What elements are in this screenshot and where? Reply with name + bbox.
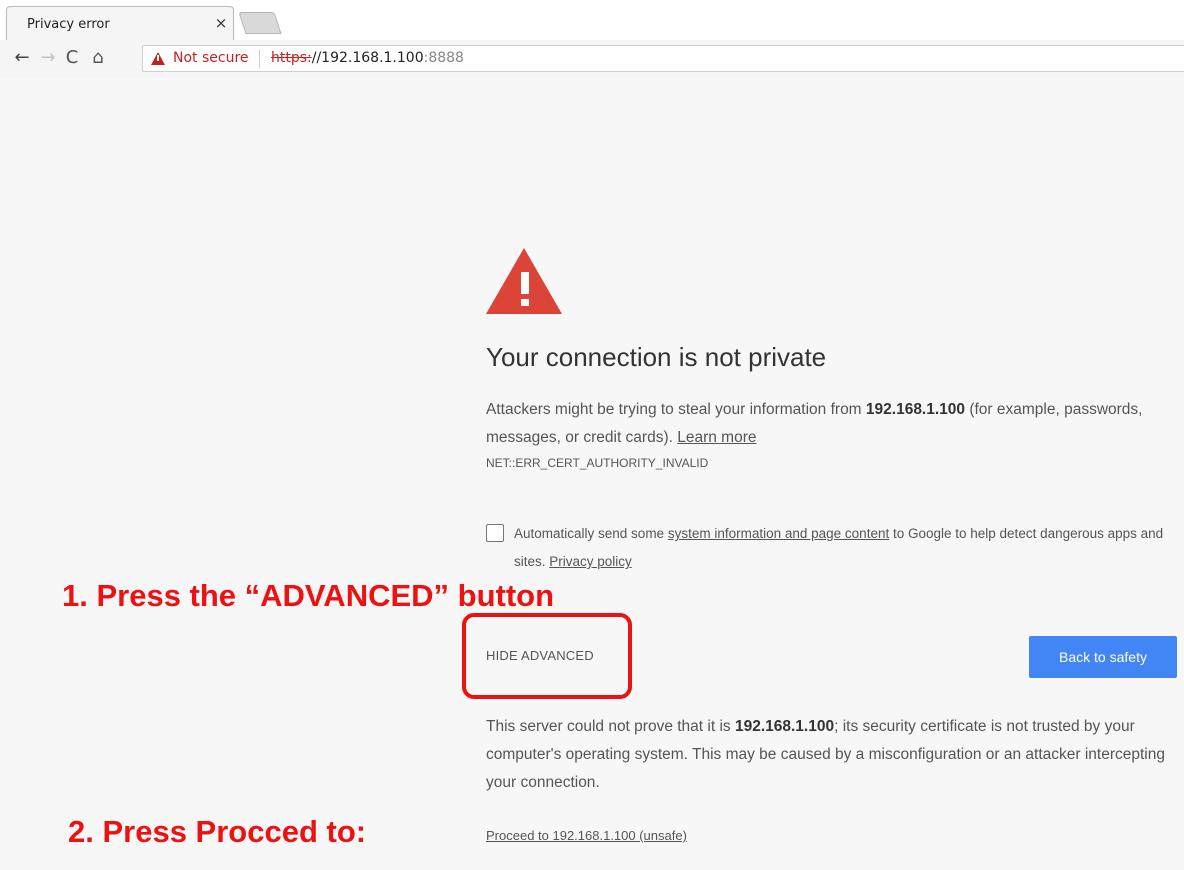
report-checkbox[interactable]: [486, 524, 504, 542]
warning-icon-mark: [157, 55, 159, 61]
address-bar[interactable]: Not secure https://192.168.1.100:8888: [142, 45, 1184, 72]
optin-text-start: Automatically send some: [514, 526, 668, 541]
annotation-step-1: 1. Press the “ADVANCED” button: [62, 578, 555, 613]
url-scheme: https:: [271, 50, 312, 66]
proceed-unsafe-link[interactable]: Proceed to 192.168.1.100 (unsafe): [486, 828, 687, 843]
omnibox-divider: [259, 50, 260, 68]
intro-host: 192.168.1.100: [865, 401, 966, 418]
annotation-step-2: 2. Press Procced to:: [68, 814, 367, 849]
toolbar: ← → C ⌂ Not secure https://192.168.1.100…: [0, 40, 1184, 78]
page-title: Your connection is not private: [486, 342, 827, 372]
tab-title: Privacy error: [27, 17, 110, 32]
annotation-highlight-box: [462, 613, 632, 699]
tab-privacy-error[interactable]: Privacy error ×: [6, 6, 234, 40]
forward-arrow-icon[interactable]: →: [36, 46, 60, 70]
warning-icon-dot: [521, 299, 529, 306]
details-paragraph: This server could not prove that it is 1…: [486, 713, 1176, 797]
warning-icon-bar: [521, 272, 529, 294]
close-icon[interactable]: ×: [213, 14, 229, 32]
tab-strip: Privacy error ×: [0, 0, 1184, 41]
optin-text: Automatically send some system informati…: [514, 520, 1174, 576]
new-tab-button[interactable]: [238, 12, 282, 34]
error-code[interactable]: NET::ERR_CERT_AUTHORITY_INVALID: [486, 456, 708, 470]
url-port: :8888: [423, 50, 464, 66]
reload-icon[interactable]: C: [60, 46, 84, 70]
intro-paragraph: Attackers might be trying to steal your …: [486, 396, 1176, 452]
url-host: //192.168.1.100: [311, 50, 424, 66]
home-icon[interactable]: ⌂: [86, 46, 110, 70]
back-to-safety-button[interactable]: Back to safety: [1029, 636, 1177, 678]
details-host: 192.168.1.100: [734, 718, 835, 735]
learn-more-link[interactable]: Learn more: [677, 429, 756, 446]
interstitial-page: Your connection is not private Attackers…: [0, 78, 1184, 870]
privacy-policy-link[interactable]: Privacy policy: [549, 554, 632, 569]
system-info-link[interactable]: system information and page content: [668, 526, 889, 541]
intro-text: Attackers might be trying to steal your …: [486, 401, 866, 418]
browser-chrome: Privacy error × ← → C ⌂ Not secure https…: [0, 0, 1184, 78]
url-text[interactable]: https://192.168.1.100:8888: [271, 50, 464, 66]
details-text: This server could not prove that it is: [486, 718, 735, 735]
back-arrow-icon[interactable]: ←: [10, 46, 34, 70]
security-status[interactable]: Not secure: [173, 50, 249, 66]
